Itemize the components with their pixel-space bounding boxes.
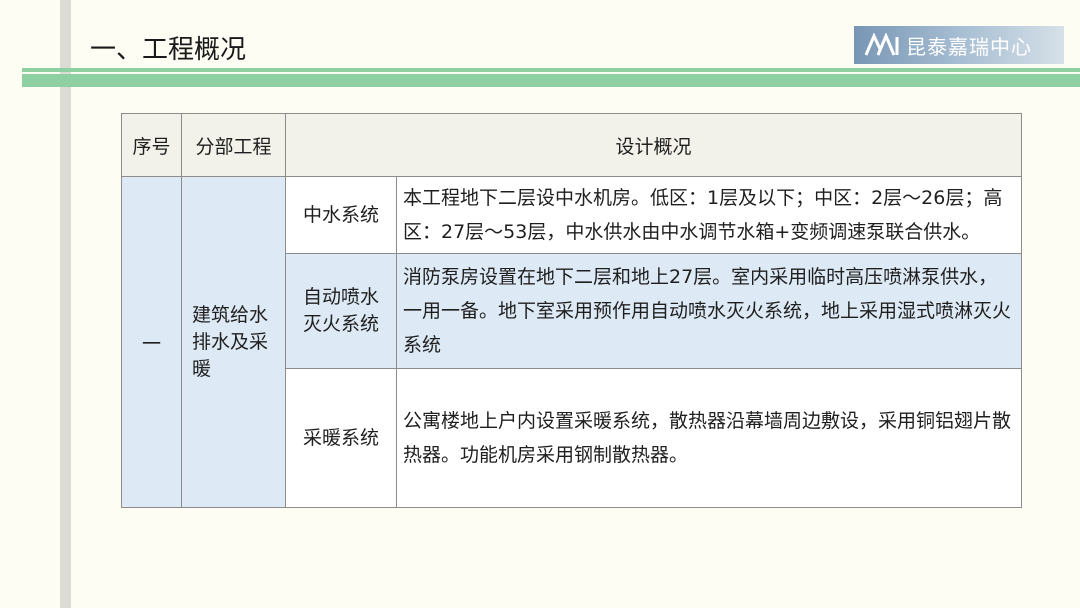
left-vertical-bar [60, 0, 71, 608]
system-name: 采暖系统 [302, 426, 379, 449]
accent-band-thick [22, 74, 1080, 87]
logo-text: 昆泰嘉瑞中心 [906, 34, 1032, 59]
table-header-row: 序号 分部工程 设计概况 [121, 113, 1023, 177]
header-index: 序号 [121, 113, 182, 177]
accent-band [22, 68, 1080, 87]
system-cell: 采暖系统 [285, 368, 397, 508]
description-cell: 消防泵房设置在地下二层和地上27层。室内采用临时高压喷淋泵供水，一用一备。地下室… [395, 253, 1023, 369]
description-cell: 公寓楼地上户内设置采暖系统，散热器沿幕墙周边敷设，采用铜铝翅片散热器。功能机房采… [395, 368, 1023, 508]
accent-band-thin [22, 68, 1080, 72]
category-line: 排水及采 [192, 330, 269, 353]
category-line: 暖 [192, 357, 212, 380]
company-logo: 昆泰嘉瑞中心 [854, 26, 1064, 64]
header-design: 设计概况 [284, 113, 1023, 177]
system-cell: 中水系统 [285, 176, 397, 254]
table-row: 一 建筑给水 排水及采 暖 中水系统 本工程地下二层设中水机房。低区：1层及以下… [121, 176, 1023, 508]
overview-table: 序号 分部工程 设计概况 一 建筑给水 排水及采 暖 中水系统 本工程地下二层设… [121, 113, 1023, 508]
header-category: 分部工程 [181, 113, 286, 177]
slide-title: 一、工程概况 [90, 35, 247, 65]
logo-mark-icon [864, 33, 899, 56]
description-cell: 本工程地下二层设中水机房。低区：1层及以下；中区：2层～26层；高区：27层～5… [395, 176, 1023, 254]
system-name: 灭火系统 [302, 313, 379, 335]
system-name: 中水系统 [302, 203, 379, 226]
category-cell: 建筑给水 排水及采 暖 [181, 176, 286, 508]
category-line: 建筑给水 [192, 303, 269, 326]
system-cell: 自动喷水 灭火系统 [285, 253, 397, 369]
system-name: 自动喷水 [302, 286, 379, 308]
index-cell: 一 [121, 176, 182, 508]
